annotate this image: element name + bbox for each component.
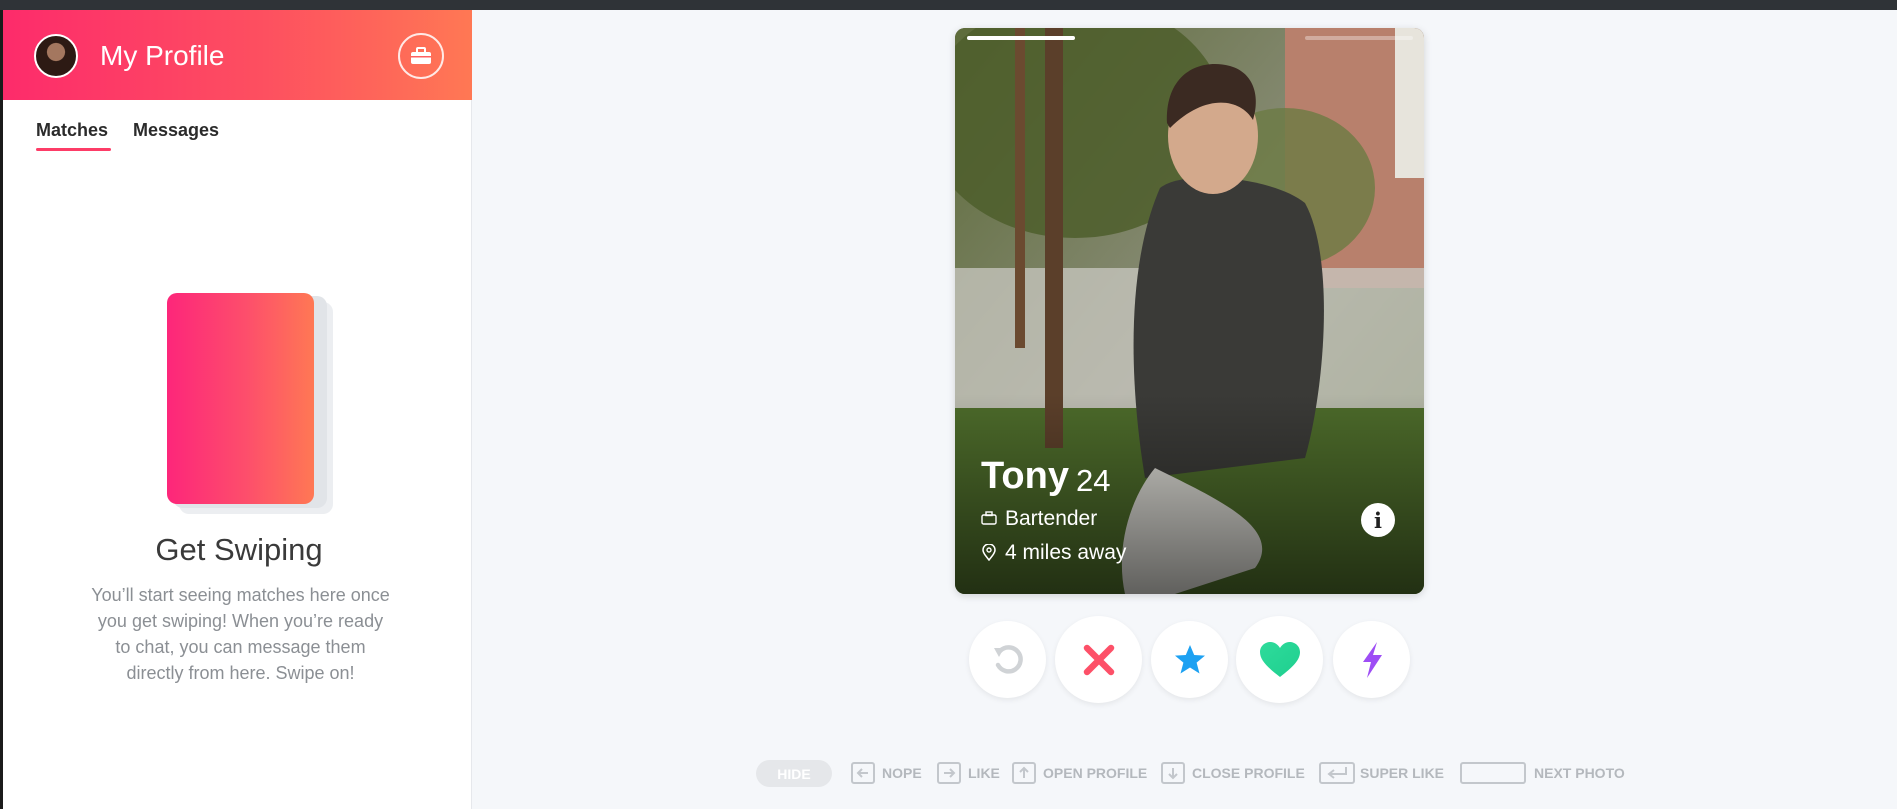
photo-progress-remaining <box>1305 36 1413 40</box>
sidebar: My Profile Matches Messages Get Swiping … <box>0 10 472 809</box>
down-arrow-key-icon <box>1161 762 1185 784</box>
profile-card[interactable]: Tony 24 Bartender 4 miles away i <box>955 28 1424 594</box>
space-key-icon <box>1460 762 1526 784</box>
shortcut-like-label: LIKE <box>968 765 1000 781</box>
star-icon <box>1174 644 1205 673</box>
profile-age: 24 <box>1076 463 1111 498</box>
shortcut-nope-label: NOPE <box>882 765 922 781</box>
hide-shortcuts-button[interactable]: HIDE <box>756 760 832 787</box>
briefcase-icon <box>411 47 431 64</box>
profile-job: Bartender <box>1005 507 1098 530</box>
empty-state-title: Get Swiping <box>155 532 323 567</box>
up-arrow-key-icon <box>1012 762 1036 784</box>
tab-messages[interactable]: Messages <box>133 120 219 141</box>
sidebar-header: My Profile <box>3 10 472 100</box>
photo-progress-active <box>967 36 1075 40</box>
shortcut-next-photo-label: NEXT PHOTO <box>1534 765 1625 781</box>
info-button[interactable]: i <box>1361 503 1395 537</box>
avatar[interactable] <box>34 34 78 78</box>
empty-card-illustration <box>167 293 314 504</box>
right-arrow-key-icon <box>937 762 961 784</box>
briefcase-icon <box>981 511 997 525</box>
tab-matches[interactable]: Matches <box>36 120 112 151</box>
browser-top-bar <box>0 0 1897 10</box>
heart-icon <box>1259 641 1300 677</box>
empty-state-body: You’ll start seeing matches here once yo… <box>91 585 390 683</box>
profile-distance: 4 miles away <box>1005 541 1127 564</box>
left-arrow-key-icon <box>851 762 875 784</box>
lightning-icon <box>1362 641 1382 678</box>
shortcut-super-like-label: SUPER LIKE <box>1360 765 1445 781</box>
nope-button[interactable] <box>1055 616 1142 703</box>
shortcut-open-profile-label: OPEN PROFILE <box>1043 765 1148 781</box>
shortcut-close-profile-label: CLOSE PROFILE <box>1192 765 1305 781</box>
rewind-button[interactable] <box>969 621 1046 698</box>
rewind-icon <box>993 644 1023 674</box>
like-button[interactable] <box>1236 616 1323 703</box>
super-like-button[interactable] <box>1151 621 1228 698</box>
my-profile-link[interactable]: My Profile <box>100 40 224 72</box>
boost-button[interactable] <box>1333 621 1410 698</box>
x-icon <box>1083 644 1114 675</box>
info-icon: i <box>1374 507 1382 533</box>
profile-name: Tony <box>981 455 1069 497</box>
enter-key-icon <box>1319 762 1355 784</box>
location-pin-icon <box>982 544 996 561</box>
work-mode-button[interactable] <box>398 33 444 79</box>
